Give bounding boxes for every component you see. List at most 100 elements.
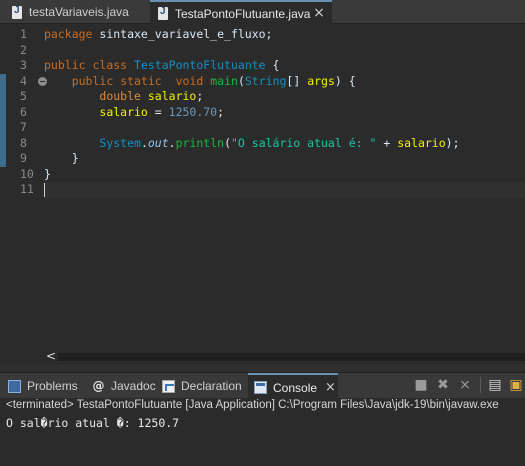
code-token: ; — [217, 104, 225, 119]
line-number: 1 — [20, 27, 27, 41]
java-file-icon — [12, 5, 22, 19]
console-icon — [254, 381, 267, 394]
tab-label: Declaration — [181, 379, 242, 393]
javadoc-icon: @ — [92, 378, 105, 393]
code-line: } — [44, 167, 525, 183]
code-token: . — [168, 135, 176, 150]
line-number: 10 — [20, 166, 34, 181]
tab-console[interactable]: Console × — [248, 373, 338, 400]
tab-testa-ponto-flutuante[interactable]: TestaPontoFlutuante.java × — [150, 0, 332, 25]
code-token: + — [376, 135, 398, 150]
tab-label: TestaPontoFlutuante.java — [175, 6, 311, 21]
code-token: String — [244, 73, 287, 88]
code-token: TestaPontoFlutuante — [134, 58, 266, 72]
remove-all-launches-icon[interactable]: ⨯ — [456, 376, 474, 394]
text-cursor — [44, 183, 45, 197]
tab-javadoc[interactable]: @ Javadoc — [92, 373, 156, 399]
declaration-icon — [162, 379, 175, 393]
tab-testa-variaveis[interactable]: testaVariaveis.java — [0, 0, 148, 24]
code-line: salario = 1250.70; — [44, 105, 525, 121]
tab-problems[interactable]: Problems — [8, 373, 86, 399]
code-token: ); — [445, 135, 460, 150]
horizontal-scrollbar[interactable]: < — [44, 350, 525, 364]
clear-console-icon[interactable]: ▤ — [486, 376, 504, 394]
code-token: . — [140, 135, 148, 150]
line-number: 11 — [20, 182, 34, 196]
code-token: class — [92, 58, 128, 72]
code-token: public — [44, 58, 86, 72]
code-token: salario — [147, 89, 197, 103]
java-file-icon — [158, 6, 168, 20]
tab-label: Javadoc — [111, 379, 156, 393]
code-line: System.out.println("O salário atual é: "… — [44, 136, 525, 152]
console-status: <terminated> TestaPontoFlutuante [Java A… — [0, 398, 525, 413]
code-token: void — [175, 73, 204, 88]
tab-label: Console — [273, 380, 318, 395]
code-editor[interactable]: 1 2 3 4 5 6 7 8 9 10 11 package sintaxe_variavel_e… — [0, 24, 525, 364]
code-line: public class TestaPontoFlutuante { — [44, 58, 525, 74]
tab-declaration[interactable]: Declaration — [162, 373, 244, 399]
code-token: { — [265, 58, 280, 72]
code-line: public static void main(String[] args) { — [44, 74, 525, 90]
tab-label: Problems — [27, 379, 78, 393]
line-number: 6 — [20, 104, 27, 119]
code-token: args — [307, 73, 335, 88]
code-token: "O salário atual é: " — [231, 135, 377, 150]
console-output-area[interactable]: O sal�rio atual �: 1250.7 — [0, 413, 525, 466]
code-token: public — [71, 73, 114, 88]
console-output: O sal�rio atual �: 1250.7 — [6, 416, 180, 430]
code-token: ) { — [334, 73, 356, 88]
code-token: 1250.70 — [168, 104, 218, 119]
code-token: sintaxe_variavel_e_fluxo; — [92, 27, 273, 41]
code-line: package sintaxe_variavel_e_fluxo; — [44, 27, 525, 43]
terminate-icon[interactable]: ■ — [412, 376, 430, 394]
line-number: 5 — [20, 89, 27, 103]
code-token: double — [99, 89, 141, 103]
scroll-lock-icon[interactable]: ▣ — [507, 376, 525, 394]
code-token: ; — [196, 89, 204, 103]
code-line: } — [44, 151, 525, 167]
close-icon[interactable]: × — [325, 380, 336, 395]
tab-label: testaVariaveis.java — [29, 5, 129, 19]
code-token: salario — [99, 104, 148, 119]
line-number: 8 — [20, 135, 27, 150]
code-token: System — [99, 135, 141, 150]
code-token: } — [44, 151, 79, 165]
scrollbar-track[interactable] — [58, 353, 525, 361]
line-number-gutter: 1 2 3 4 5 6 7 8 9 10 11 — [6, 24, 47, 352]
code-line: double salario; — [44, 89, 525, 105]
code-token: } — [44, 166, 51, 181]
toolbar-separator — [480, 377, 481, 393]
code-token: = — [147, 104, 169, 119]
code-token: [] — [286, 73, 308, 88]
problems-icon — [8, 379, 21, 393]
code-token: out — [147, 135, 169, 150]
line-number: 3 — [20, 58, 27, 72]
remove-launch-icon[interactable]: ✖ — [434, 376, 452, 394]
line-number: 2 — [20, 42, 27, 57]
code-area[interactable]: package sintaxe_variavel_e_fluxo;public … — [44, 24, 525, 352]
code-token: main — [210, 73, 238, 88]
code-token: ( — [237, 73, 245, 88]
line-number: 7 — [20, 120, 27, 134]
code-token: println — [175, 135, 225, 150]
line-number: 9 — [20, 151, 27, 165]
scroll-left-icon[interactable]: < — [44, 350, 58, 364]
editor-tab-bar: testaVariaveis.java TestaPontoFlutuante.… — [0, 0, 525, 25]
close-icon[interactable]: × — [312, 6, 326, 20]
code-token: static — [120, 73, 162, 88]
code-token: package — [44, 27, 93, 41]
change-marker — [0, 73, 6, 167]
code-token: ( — [224, 135, 231, 150]
code-token: salario — [397, 135, 446, 150]
